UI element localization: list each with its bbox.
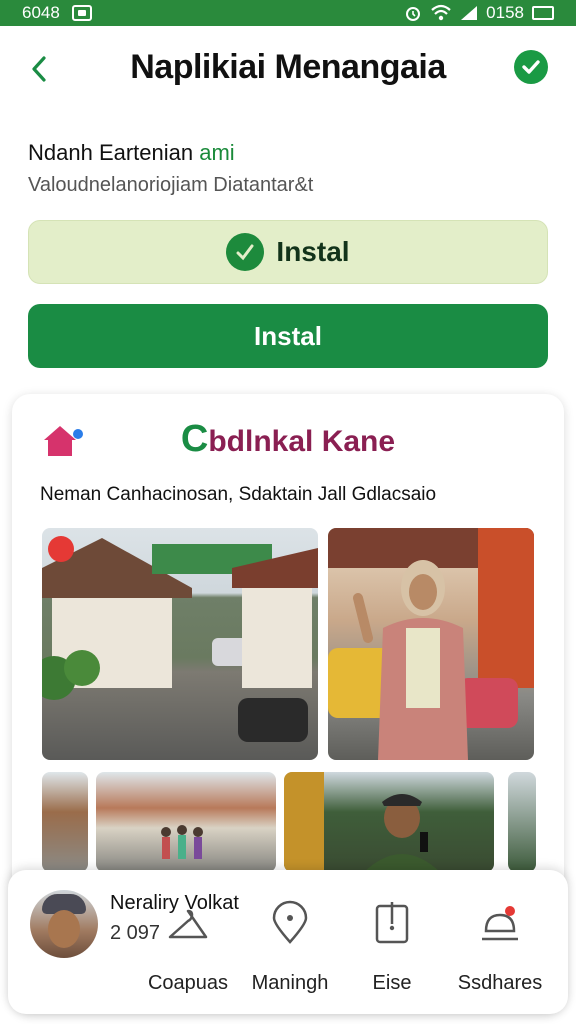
- photo-woman-waving[interactable]: [328, 528, 534, 760]
- brand-c: C: [180, 418, 209, 460]
- hanger-icon: [168, 909, 208, 939]
- signal-icon: [461, 6, 478, 20]
- photo-thumb-2[interactable]: [508, 772, 536, 872]
- brand-logo: Cbdlnkal Kane: [12, 418, 564, 461]
- badge-icon: [48, 536, 74, 562]
- install-primary-button[interactable]: Instal: [28, 304, 548, 368]
- confirm-button[interactable]: [514, 50, 548, 84]
- photo-man-microphone[interactable]: [284, 772, 494, 872]
- app-header: Naplikiai Menangaia: [0, 40, 576, 96]
- clipboard-icon: [375, 902, 409, 944]
- nav-label: Eise: [372, 972, 412, 994]
- location-pin-icon: [272, 900, 308, 944]
- photo-thumb-1[interactable]: [42, 772, 88, 872]
- photo-walking-group[interactable]: [96, 772, 276, 872]
- install-secondary-label: Instal: [276, 236, 350, 267]
- nav-item-eise[interactable]: Eise: [332, 898, 452, 998]
- group-scene-art: [161, 825, 203, 859]
- app-name-prefix: Ndanh Eartenian: [28, 140, 194, 165]
- alarm-icon: [406, 7, 421, 21]
- nav-label: Coapuas: [147, 972, 229, 994]
- check-circle-icon: [522, 60, 540, 74]
- street-scene-art: [42, 538, 318, 742]
- install-primary-label: Instal: [254, 320, 322, 351]
- card-caption: Neman Canhacinosan, Sdaktain Jall Gdlacs…: [40, 484, 437, 505]
- nav-item-ssdhares[interactable]: Ssdhares: [440, 898, 560, 998]
- install-badge-icon: [226, 233, 265, 271]
- nav-label: Maningh: [251, 972, 329, 994]
- avatar[interactable]: [30, 890, 98, 958]
- battery-icon: [532, 6, 554, 20]
- man-scene-art: [284, 772, 440, 872]
- nav-label: Ssdhares: [457, 972, 543, 994]
- page-title: Naplikiai Menangaia: [130, 48, 446, 86]
- app-subtitle: Valoudnelanoriojiam Diatantar&t: [28, 174, 314, 196]
- status-time: 0158: [486, 3, 524, 22]
- woman-scene-art: [328, 528, 534, 760]
- status-bar: 6048 0158: [0, 0, 576, 26]
- app-name: Ndanh Eartenian ami: [28, 140, 235, 166]
- bottom-navigation: Neraliry Volkat 2 097 Coapuas Maningh Ei…: [8, 870, 568, 1014]
- status-left-text: 6048: [22, 3, 60, 22]
- wifi-icon: [431, 4, 451, 21]
- app-name-accent: ami: [199, 140, 235, 165]
- brand-text: bdlnkal Kane: [208, 425, 396, 458]
- share-user-icon: [482, 906, 518, 941]
- notification-icon: [71, 5, 92, 21]
- photo-street-houses[interactable]: [42, 528, 318, 760]
- install-secondary-button[interactable]: Instal: [28, 220, 548, 284]
